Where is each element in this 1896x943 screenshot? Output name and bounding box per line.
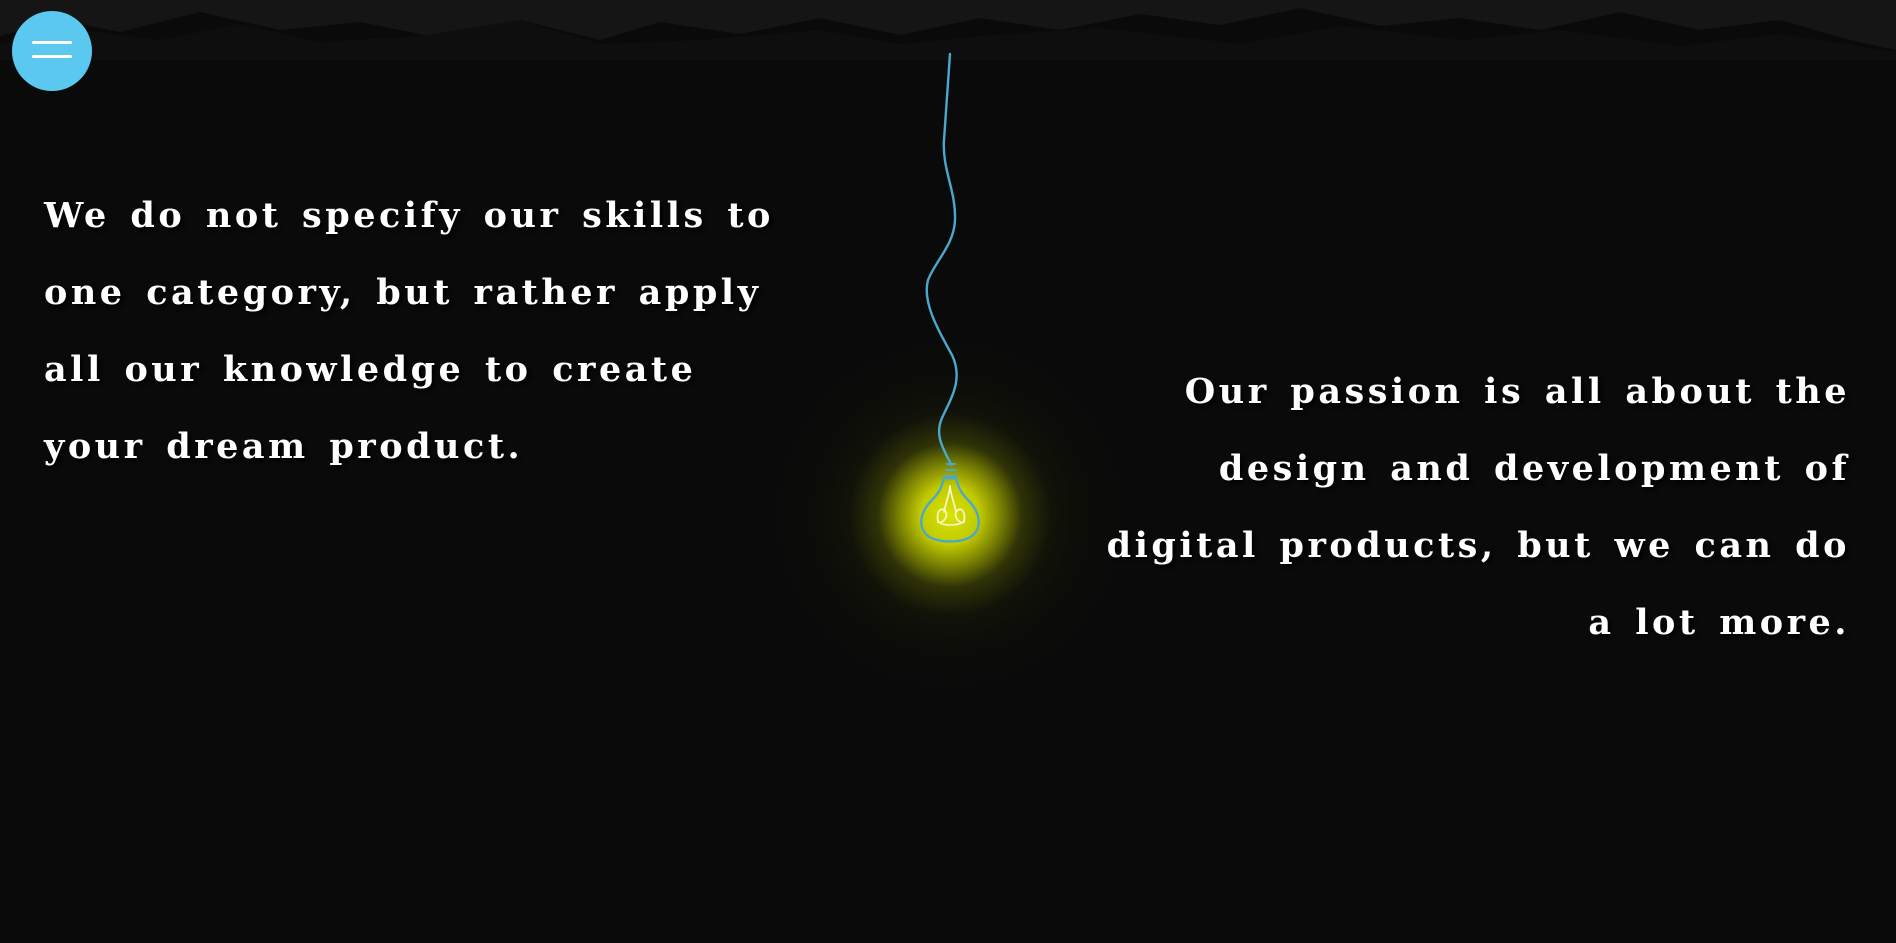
light-bulb-icon <box>920 52 980 543</box>
hamburger-icon <box>32 41 72 61</box>
intro-text-left: We do not specify our skills to one cate… <box>44 177 774 485</box>
intro-right-line: a lot more. <box>1588 602 1850 643</box>
intro-right-line: digital products, but we can do <box>1106 525 1850 566</box>
page: We do not specify our skills to one cate… <box>0 0 1896 943</box>
menu-button[interactable] <box>12 11 92 91</box>
intro-right-line: design and development of <box>1218 448 1850 489</box>
intro-left-line: We do not specify our skills to <box>44 195 774 236</box>
intro-left-line: your dream product. <box>44 426 524 467</box>
intro-right-line: Our passion is all about the <box>1184 371 1850 412</box>
intro-left-line: all our knowledge to create <box>44 349 697 390</box>
intro-left-line: one category, but rather apply <box>44 272 762 313</box>
intro-text-right: Our passion is all about the design and … <box>1090 353 1850 661</box>
